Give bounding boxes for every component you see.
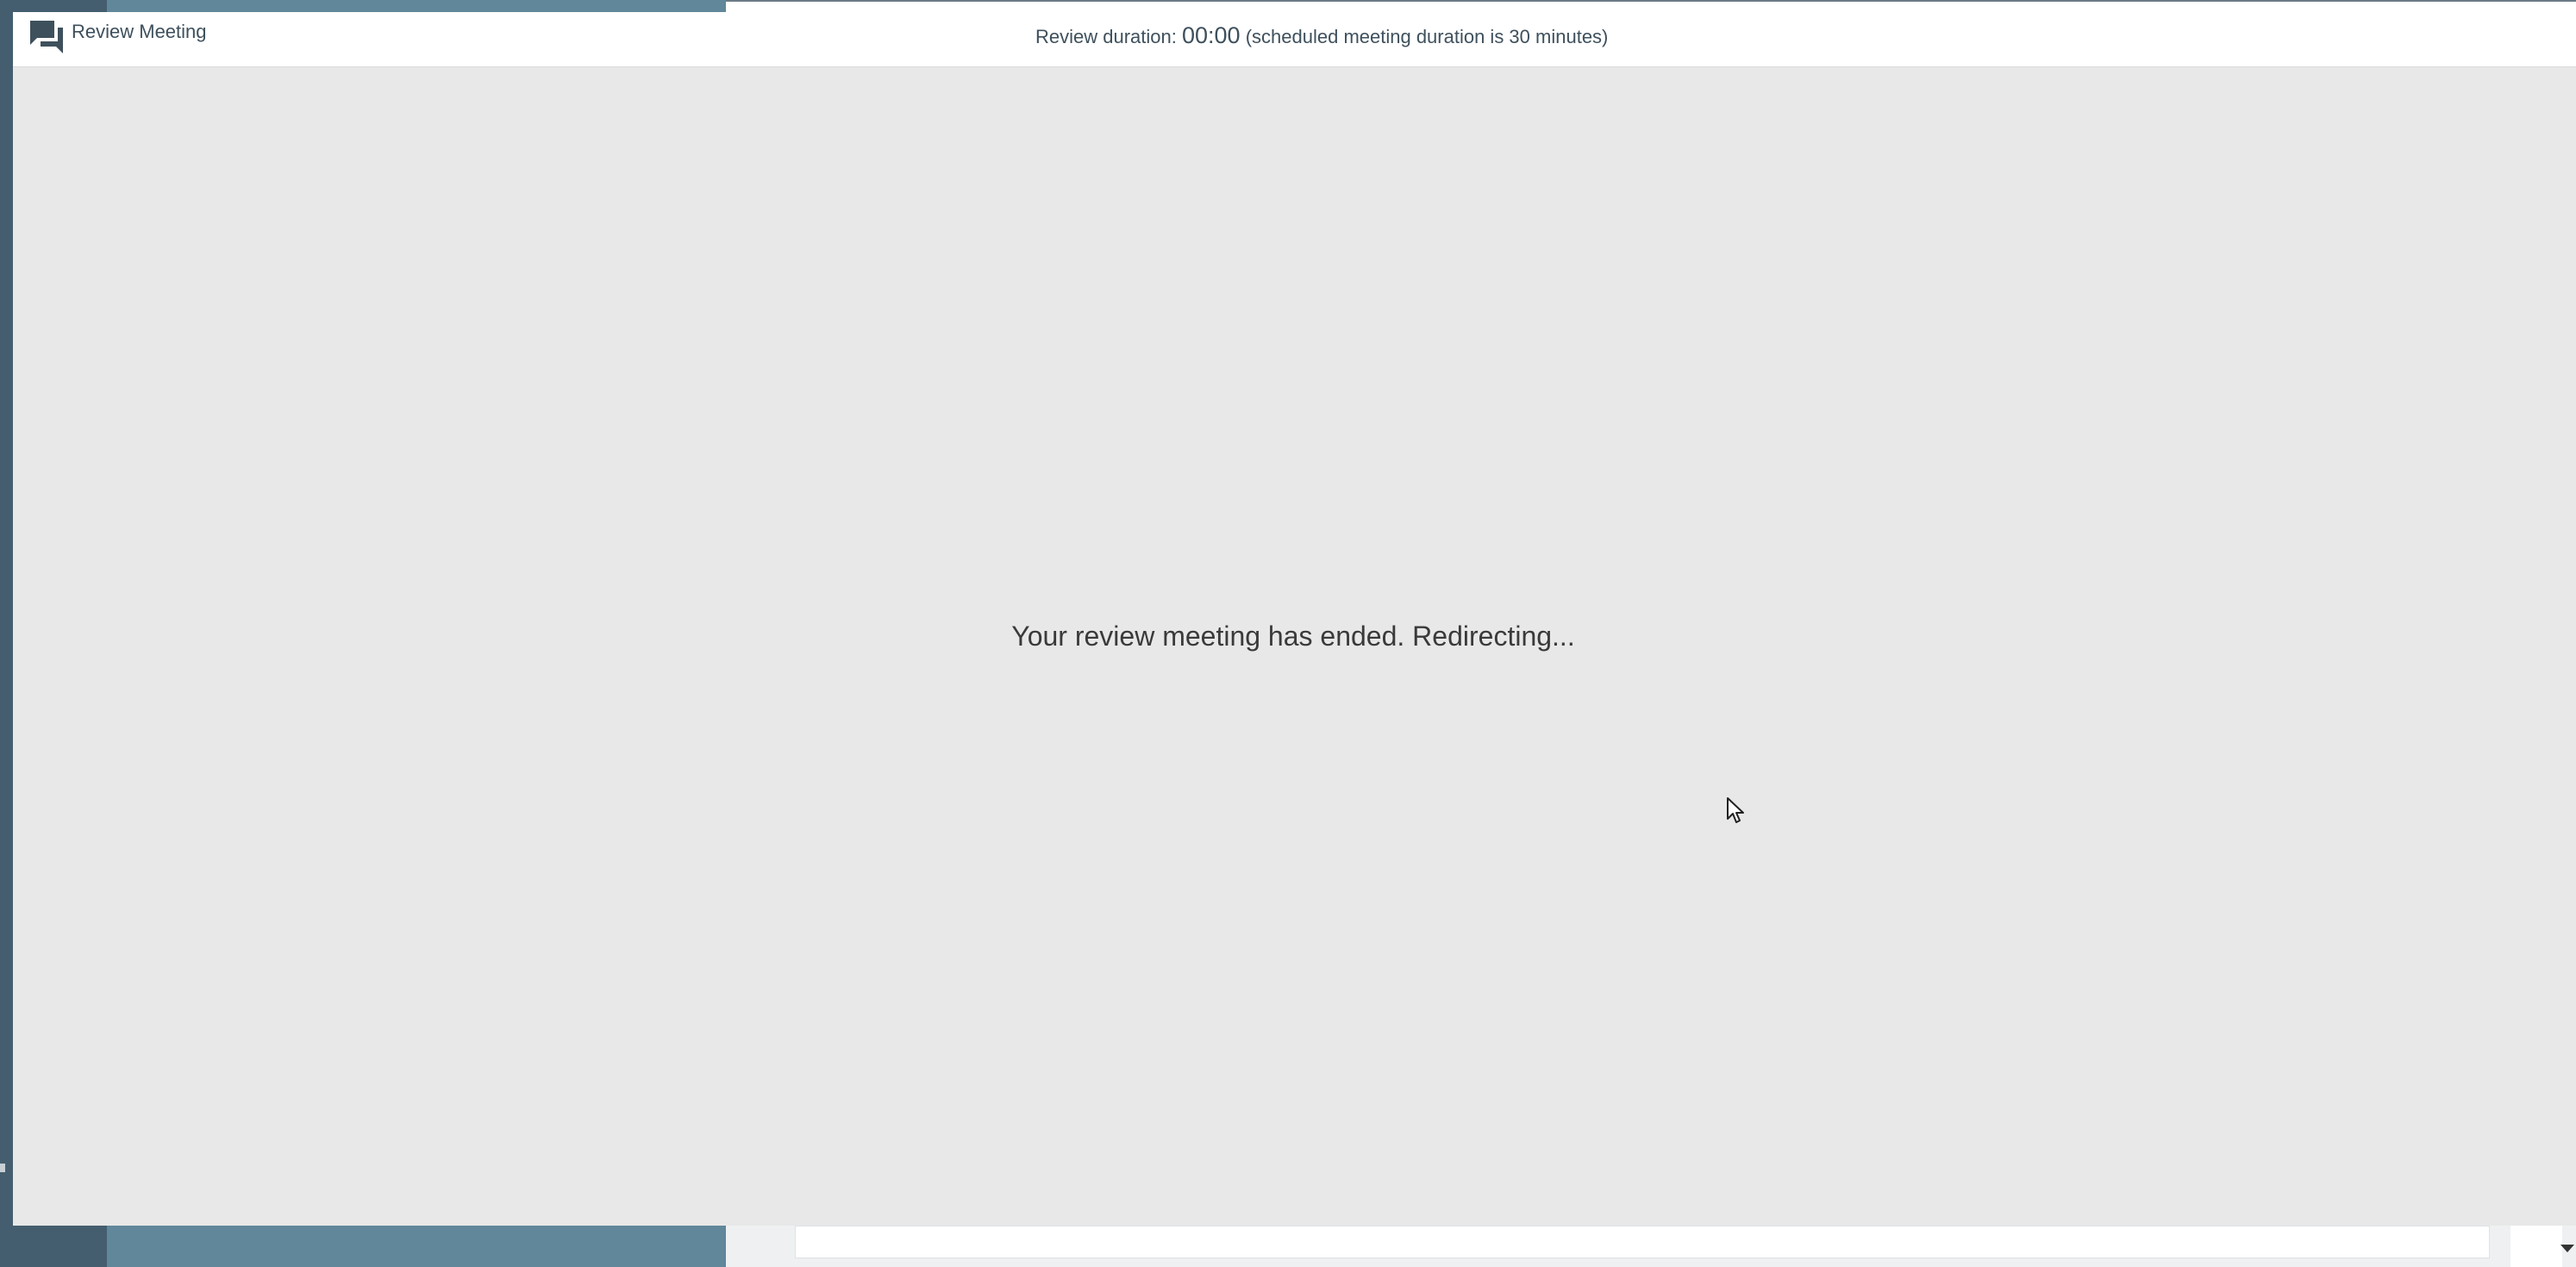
scroll-down-arrow-icon[interactable] bbox=[2560, 1245, 2574, 1252]
duration-scheduled-note: (scheduled meeting duration is 30 minute… bbox=[1245, 26, 1609, 47]
background-bottom-panel-right bbox=[2510, 1226, 2562, 1267]
sidebar-resize-handle[interactable] bbox=[0, 1164, 5, 1172]
review-meeting-overlay: Review Meeting Review duration: 00:00 (s… bbox=[13, 12, 2576, 1226]
background-top-border bbox=[726, 0, 2576, 2]
chat-bubbles-icon bbox=[28, 17, 66, 55]
meeting-ended-message: Your review meeting has ended. Redirecti… bbox=[1011, 621, 1575, 652]
duration-label: Review duration: bbox=[1035, 26, 1177, 47]
meeting-ended-message-row: Your review meeting has ended. Redirecti… bbox=[0, 621, 2576, 652]
duration-timer: 00:00 bbox=[1182, 22, 1241, 48]
review-meeting-title: Review Meeting bbox=[72, 21, 207, 42]
mouse-pointer-icon bbox=[1726, 796, 1747, 826]
background-bottom-panel bbox=[795, 1226, 2490, 1258]
review-duration: Review duration: 00:00 (scheduled meetin… bbox=[1035, 22, 1608, 49]
review-meeting-header: Review Meeting Review duration: 00:00 (s… bbox=[13, 12, 2576, 67]
